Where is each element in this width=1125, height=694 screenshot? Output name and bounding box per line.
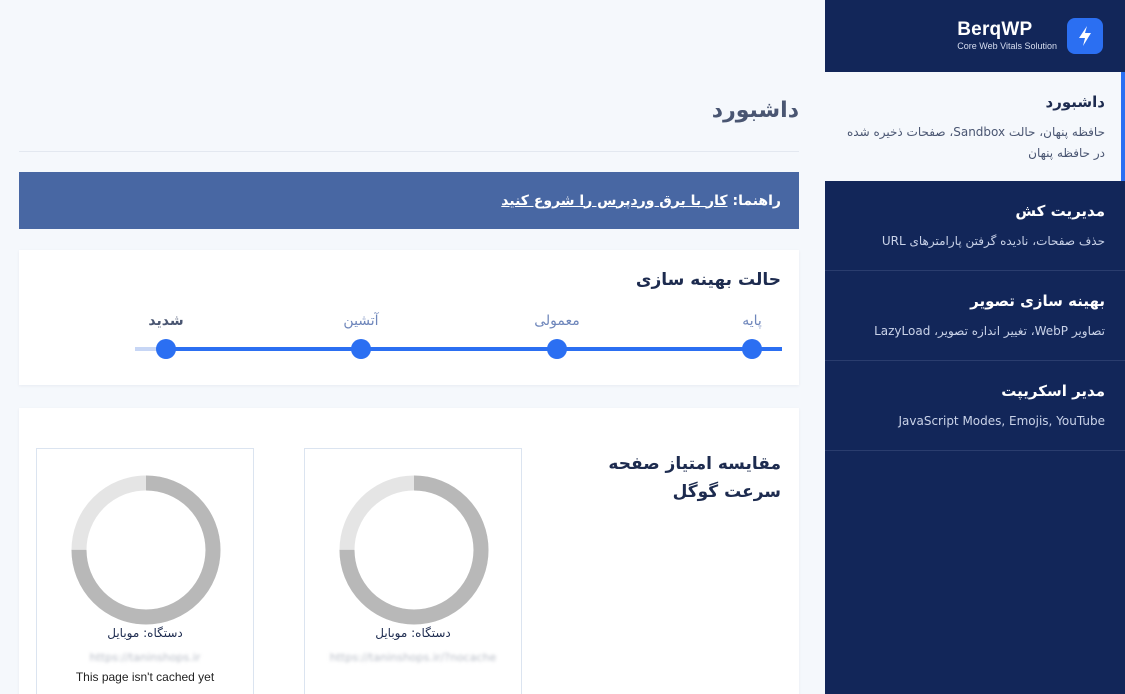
optimization-mode-card: حالت بهینه سازی پایه معمولی آتشین شدید xyxy=(19,250,799,385)
sidebar-item-desc: تصاویر WebP، تغییر اندازه تصویر، LazyLoa… xyxy=(874,324,1105,338)
sidebar-item-title: مدیر اسکریپت xyxy=(1001,382,1105,400)
optimization-mode-title: حالت بهینه سازی xyxy=(635,270,781,290)
page-url: https://taninshops.ir xyxy=(89,651,201,664)
level-dot-normal[interactable] xyxy=(547,339,567,359)
page-url: https://taninshops.ir/?nocache xyxy=(329,651,497,664)
device-label: دستگاه: موبایل xyxy=(375,626,451,640)
guide-label: راهنما: xyxy=(732,192,781,209)
guide-banner: راهنما: کار با برق وردپرس را شروع کنید xyxy=(19,172,799,229)
page-title: داشبورد xyxy=(711,98,799,123)
sidebar-item-dashboard[interactable]: داشبورد حافظه پنهان، حالت Sandbox، صفحات… xyxy=(825,72,1125,181)
score-box-cached: دستگاه: موبایل https://taninshops.ir Thi… xyxy=(36,448,254,694)
level-dot-basic[interactable] xyxy=(742,339,762,359)
device-label: دستگاه: موبایل xyxy=(107,626,183,640)
level-dot-fiery[interactable] xyxy=(351,339,371,359)
level-label-basic: پایه xyxy=(742,313,762,329)
sidebar-item-desc: حذف صفحات، نادیده گرفتن پارامترهای URL xyxy=(881,234,1105,248)
lightning-bolt-icon xyxy=(1067,18,1103,54)
pagespeed-comparison-card: مقایسه امتیاز صفحه سرعت گوگل دستگاه: موب… xyxy=(19,408,799,694)
sidebar-item-title: مدیریت کش xyxy=(1015,202,1105,220)
brand[interactable]: BerqWP Core Web Vitals Solution xyxy=(825,0,1125,72)
sidebar: BerqWP Core Web Vitals Solution داشبورد … xyxy=(825,0,1125,694)
brand-name: BerqWP xyxy=(957,19,1033,40)
score-ring xyxy=(71,475,221,625)
brand-tagline: Core Web Vitals Solution xyxy=(957,41,1057,51)
sidebar-item-desc: JavaScript Modes, Emojis, YouTube xyxy=(898,414,1105,428)
sidebar-item-title: داشبورد xyxy=(1045,93,1105,111)
level-label-normal: معمولی xyxy=(534,313,580,329)
level-label-extreme: شدید xyxy=(148,313,184,329)
level-dot-extreme[interactable] xyxy=(156,339,176,359)
pagespeed-title: مقایسه امتیاز صفحه سرعت گوگل xyxy=(608,454,781,502)
divider xyxy=(19,151,799,152)
score-box-uncached: دستگاه: موبایل https://taninshops.ir/?no… xyxy=(304,448,522,694)
guide-link[interactable]: کار با برق وردپرس را شروع کنید xyxy=(501,193,727,209)
sidebar-item-image-optimization[interactable]: بهینه سازی تصویر تصاویر WebP، تغییر اندا… xyxy=(825,271,1125,361)
score-ring xyxy=(339,475,489,625)
sidebar-item-script-manager[interactable]: مدیر اسکریپت JavaScript Modes, Emojis, Y… xyxy=(825,361,1125,451)
sidebar-item-desc: حافظه پنهان، حالت Sandbox، صفحات ذخیره ش… xyxy=(847,125,1105,160)
sidebar-item-cache-management[interactable]: مدیریت کش حذف صفحات، نادیده گرفتن پارامت… xyxy=(825,181,1125,271)
not-cached-note: This page isn't cached yet xyxy=(75,670,215,684)
level-label-fiery: آتشین xyxy=(343,313,379,329)
sidebar-item-title: بهینه سازی تصویر xyxy=(970,292,1105,310)
slider-track[interactable] xyxy=(165,347,782,351)
